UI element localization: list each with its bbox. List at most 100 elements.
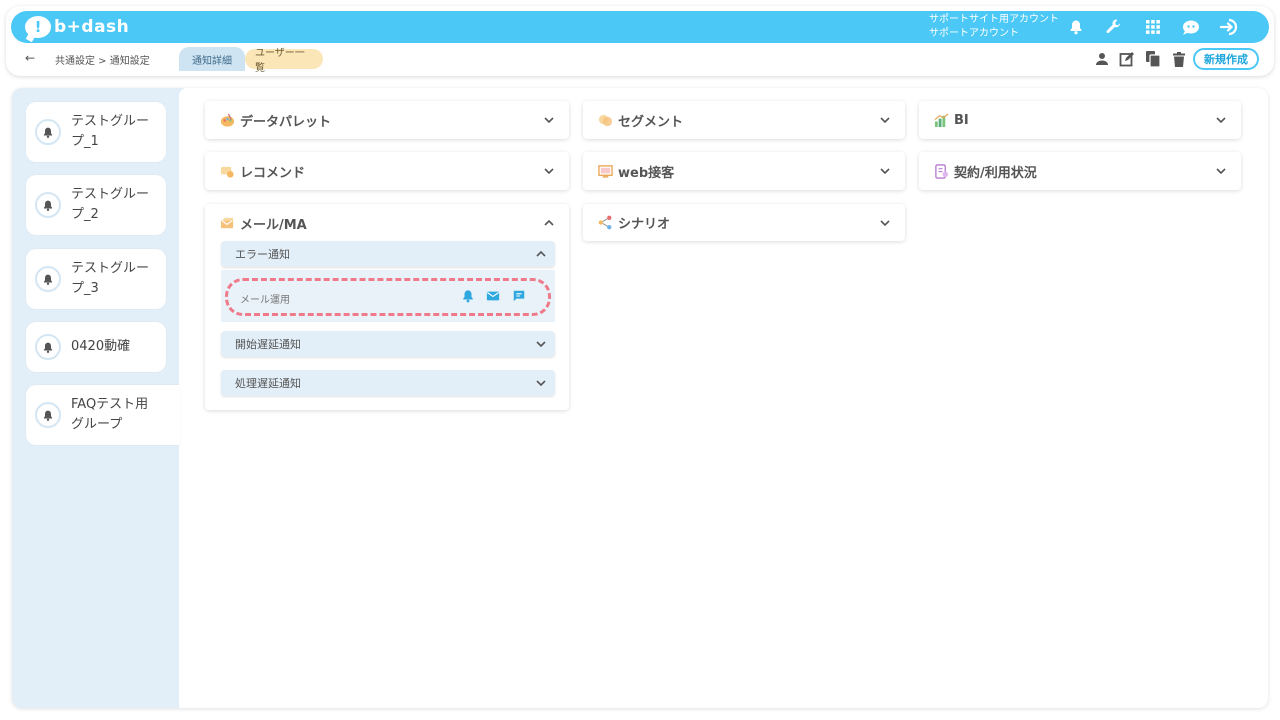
scenario-icon: [597, 215, 613, 231]
account-line-1: サポートサイト用アカウント: [929, 14, 1059, 25]
chat-icon[interactable]: [512, 289, 526, 303]
chevron-down-icon[interactable]: [1215, 165, 1227, 177]
wrench-icon[interactable]: [1103, 16, 1125, 38]
chevron-down-icon[interactable]: [543, 114, 555, 126]
accordion-start-delay[interactable]: 開始遅延通知: [221, 331, 555, 357]
group-label: テストグルー プ_2: [71, 185, 149, 225]
mail-icon: [219, 215, 235, 231]
card-segment[interactable]: セグメント: [583, 101, 905, 139]
grid-icon[interactable]: [1142, 16, 1164, 38]
card-header[interactable]: 契約/利用状況: [919, 152, 1241, 190]
card-title: BI: [954, 112, 969, 128]
bell-icon[interactable]: [1065, 16, 1087, 38]
chevron-down-icon[interactable]: [879, 165, 891, 177]
account-line-2: サポートアカウント: [929, 28, 1019, 39]
sidebar-group-2[interactable]: テストグルー プ_2: [26, 175, 166, 235]
envelope-icon[interactable]: [486, 289, 500, 303]
card-title: データパレット: [240, 114, 332, 130]
tab-user-list[interactable]: ユーザー一覧: [245, 48, 323, 74]
sub-bar: ← 共通設定 > 通知設定 通知詳細 ユーザー一覧 新規作成: [11, 45, 1269, 74]
group-label-line1: テストグルー: [71, 114, 150, 129]
chevron-down-icon[interactable]: [879, 114, 891, 126]
group-label-line2: プ_2: [71, 207, 99, 222]
sidebar-group-1[interactable]: テストグルー プ_1: [26, 102, 166, 162]
bell-icon: [35, 119, 61, 145]
bell-icon[interactable]: [461, 289, 475, 303]
card-header[interactable]: メール/MA: [205, 204, 569, 242]
logout-icon[interactable]: [1219, 16, 1241, 38]
card-contract[interactable]: 契約/利用状況: [919, 152, 1241, 190]
sidebar-group-3[interactable]: テストグルー プ_3: [26, 249, 166, 309]
accordion-label: 開始遅延通知: [235, 338, 301, 351]
card-mail-ma[interactable]: メール/MA エラー通知 メール運用 開始遅延通知 処理遅延通知: [205, 204, 569, 410]
sidebar-group-5[interactable]: FAQテスト用 グループ: [26, 385, 180, 445]
accordion-label: 処理遅延通知: [235, 377, 301, 390]
card-title: メール/MA: [240, 217, 307, 233]
card-web[interactable]: web接客: [583, 152, 905, 190]
group-label: テストグルー プ_3: [71, 259, 149, 299]
card-header[interactable]: データパレット: [205, 101, 569, 139]
card-bi[interactable]: BI: [919, 101, 1241, 139]
bar-chart-icon: [933, 112, 949, 128]
logo-icon: !: [25, 16, 51, 38]
accordion-process-delay[interactable]: 処理遅延通知: [221, 370, 555, 396]
sidebar-group-4[interactable]: 0420動確: [26, 322, 166, 372]
group-label-line1: FAQテスト用: [71, 397, 149, 412]
card-header[interactable]: セグメント: [583, 101, 905, 139]
card-title: セグメント: [618, 114, 684, 130]
chevron-down-icon[interactable]: [535, 338, 547, 350]
user-icon[interactable]: [1093, 50, 1111, 68]
group-label: テストグルー プ_1: [71, 112, 149, 152]
row-label-mail-operation: メール運用: [240, 295, 290, 306]
group-label-line2: グループ: [71, 417, 123, 432]
new-create-button[interactable]: 新規作成: [1193, 48, 1259, 70]
chevron-down-icon[interactable]: [543, 165, 555, 177]
account-info[interactable]: サポートサイト用アカウント サポートアカウント: [929, 13, 1059, 41]
group-label-line2: プ_1: [71, 134, 99, 149]
card-scenario[interactable]: シナリオ: [583, 204, 905, 241]
card-title: web接客: [618, 165, 675, 181]
palette-icon: [219, 112, 235, 128]
bell-icon: [35, 334, 61, 360]
edit-icon[interactable]: [1118, 50, 1136, 68]
copy-icon[interactable]: [1144, 50, 1162, 68]
group-label-line1: 0420動確: [71, 339, 131, 354]
card-data-palette[interactable]: データパレット: [205, 101, 569, 139]
support-icon[interactable]: [1180, 16, 1202, 38]
logo-text: b+dash: [54, 17, 130, 37]
card-header[interactable]: BI: [919, 101, 1241, 139]
group-label-line1: テストグルー: [71, 261, 150, 276]
group-label: FAQテスト用 グループ: [71, 395, 148, 435]
accordion-error-notice[interactable]: エラー通知: [221, 241, 555, 267]
card-title: 契約/利用状況: [954, 165, 1037, 181]
bell-icon: [35, 402, 61, 428]
top-bar: ! b+dash サポートサイト用アカウント サポートアカウント: [11, 11, 1269, 43]
chevron-up-icon[interactable]: [535, 248, 547, 260]
tab-notification-detail[interactable]: 通知詳細: [179, 47, 245, 71]
logo[interactable]: ! b+dash: [25, 15, 129, 39]
group-label-line2: プ_3: [71, 281, 99, 296]
card-header[interactable]: web接客: [583, 152, 905, 190]
chevron-down-icon[interactable]: [1215, 114, 1227, 126]
back-arrow-icon[interactable]: ←: [25, 51, 35, 65]
card-header[interactable]: レコメンド: [205, 152, 569, 190]
chevron-down-icon[interactable]: [535, 377, 547, 389]
chevron-down-icon[interactable]: [879, 217, 891, 229]
chevron-up-icon[interactable]: [543, 217, 555, 229]
card-title: レコメンド: [240, 165, 306, 181]
trash-icon[interactable]: [1170, 50, 1188, 68]
accordion-label: エラー通知: [235, 248, 290, 261]
segment-icon: [597, 112, 613, 128]
bell-icon: [35, 266, 61, 292]
card-header[interactable]: シナリオ: [583, 204, 905, 241]
recommend-icon: [219, 163, 235, 179]
contract-icon: [933, 163, 949, 179]
error-notice-body: メール運用: [221, 270, 555, 322]
group-label: 0420動確: [71, 337, 130, 357]
group-label-line1: テストグルー: [71, 187, 150, 202]
bell-icon: [35, 192, 61, 218]
card-recommend[interactable]: レコメンド: [205, 152, 569, 190]
monitor-icon: [597, 163, 613, 179]
breadcrumb: 共通設定 > 通知設定: [55, 56, 150, 67]
card-title: シナリオ: [618, 217, 671, 232]
